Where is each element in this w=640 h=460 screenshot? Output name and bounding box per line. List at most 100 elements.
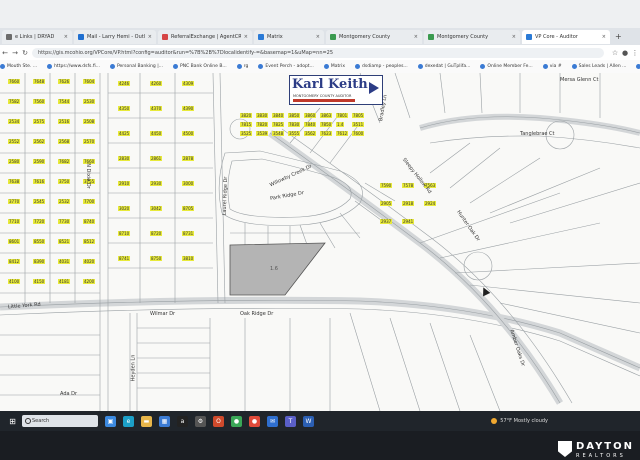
parcel-number-label: 3820 xyxy=(240,113,253,118)
browser-tab[interactable]: VP Core - Auditor × xyxy=(522,29,610,44)
bookmark-label: PNC Bank Online B... xyxy=(180,64,227,69)
auditor-logo: Karl Keith MONTGOMERY COUNTY AUDITOR xyxy=(289,75,383,105)
star-icon[interactable]: ☆ xyxy=(610,49,620,57)
parcel-number-label: 4260 xyxy=(150,81,163,86)
bookmark-item[interactable]: Matrix xyxy=(323,64,346,69)
bookmark-item[interactable]: via # xyxy=(542,64,562,69)
parcel-number-label: 7604 xyxy=(83,79,96,84)
parcel-number-label: 2530 xyxy=(83,99,96,104)
parcel-number-label: 3860 xyxy=(304,113,317,118)
bookmark-item[interactable]: dexedat | GuTplifa... xyxy=(417,64,470,69)
taskbar-search[interactable]: Search xyxy=(22,415,98,427)
tab-close-icon[interactable]: × xyxy=(512,34,516,40)
browser-tab[interactable]: Montgomery County × xyxy=(424,29,520,44)
address-bar-row: ← → ↻ https://gis.mcohio.org/VPCore/VP.h… xyxy=(0,45,640,60)
tab-favicon-icon xyxy=(428,33,434,40)
bookmark-label: Matrix xyxy=(330,64,346,69)
browser-tab[interactable]: ReferralExchange | AgentCRM × xyxy=(158,29,252,44)
parcel-number-label: 7730 xyxy=(58,219,71,224)
bookmark-item[interactable]: Personal Banking |... xyxy=(109,64,164,69)
auditor-logo-subtitle: MONTGOMERY COUNTY AUDITOR xyxy=(293,94,352,98)
browser-tab[interactable]: Matrix × xyxy=(254,29,324,44)
bookmark-item[interactable]: dsdiamp - peoples... xyxy=(355,64,408,69)
teams-icon[interactable]: T xyxy=(285,415,296,427)
bookmark-item[interactable]: https://www.dsfs.fi... xyxy=(47,64,100,69)
tab-close-icon[interactable]: × xyxy=(64,34,68,40)
tab-close-icon[interactable]: × xyxy=(414,34,418,40)
new-tab-icon[interactable]: + xyxy=(615,32,622,41)
browser-tab[interactable]: Montgomery County × xyxy=(326,29,422,44)
profile-icon[interactable]: ● xyxy=(620,49,630,57)
browser-tab[interactable]: Mail - Larry Hemi - Outlook× xyxy=(74,29,156,44)
parcel-number-label: 3539 xyxy=(256,131,269,136)
task-view-icon[interactable]: ▣ xyxy=(105,415,116,427)
bookmark-item[interactable]: rg xyxy=(236,64,249,69)
start-icon[interactable]: ⊞ xyxy=(7,416,18,427)
office-icon[interactable]: O xyxy=(213,415,224,427)
parcel-number-label: 8390 xyxy=(33,259,46,264)
parcel-number-label: 7590 xyxy=(380,183,393,188)
parcel-number-label: 7582 xyxy=(8,99,21,104)
realtor-shield-icon xyxy=(557,441,572,457)
reload-icon[interactable]: ↻ xyxy=(20,49,30,57)
parcel-number-label: 4450 xyxy=(150,131,163,136)
parcel-number-label: 2570 xyxy=(83,139,96,144)
parcel-number-label: 4020 xyxy=(83,259,96,264)
bookmark-label: rg xyxy=(243,64,249,69)
taskbar-weather[interactable]: 57°F Mostly cloudy xyxy=(491,418,548,424)
bookmark-item[interactable]: Online Member Fe... xyxy=(480,64,533,69)
auditor-logo-arrow-icon xyxy=(369,82,379,94)
chrome-icon[interactable]: ● xyxy=(231,415,242,427)
parcel-number-label: 7578 xyxy=(402,183,415,188)
bookmark-label: dsdiamp - peoples... xyxy=(362,64,408,69)
dayton-realtors-watermark: DAYTON REALTORS xyxy=(557,441,634,459)
bookmark-item[interactable]: Lead Offers | Lou... xyxy=(636,64,640,69)
parcel-number-label: 2532 xyxy=(58,199,71,204)
file-explorer-icon[interactable]: ▬ xyxy=(141,415,152,427)
bookmark-item[interactable]: Sales Leads | Allen ... xyxy=(571,64,626,69)
weather-sun-icon xyxy=(491,418,498,424)
parcel-map[interactable]: 1.6 Karl Keith MONTGOMERY COUNTY AUDITOR… xyxy=(0,73,640,411)
parcel-number-label: 7544 xyxy=(58,99,71,104)
chrome-profile-icon[interactable]: ● xyxy=(249,415,260,427)
tab-favicon-icon xyxy=(526,33,532,40)
store-icon[interactable]: ▦ xyxy=(159,415,170,427)
tab-close-icon[interactable]: × xyxy=(148,34,152,40)
tab-label: Matrix xyxy=(267,33,283,40)
bookmark-item[interactable]: Mouth Ste. ... xyxy=(0,64,37,69)
forward-icon[interactable]: → xyxy=(10,49,20,57)
bookmark-label: Personal Banking |... xyxy=(116,64,164,69)
tab-close-icon[interactable]: × xyxy=(602,34,606,40)
bookmark-item[interactable]: Event Perch - adopt... xyxy=(258,64,314,69)
tab-label: VP Core - Auditor xyxy=(535,33,578,40)
amazon-icon[interactable]: a xyxy=(177,415,188,427)
parcel-number-label: 2552 xyxy=(8,139,21,144)
tab-close-icon[interactable]: × xyxy=(244,34,248,40)
browser-tab[interactable]: e Links | DRYAD × xyxy=(2,29,72,44)
parcel-number-label: 3863 xyxy=(320,113,333,118)
parcel-number-label: 8720 xyxy=(150,231,163,236)
street-name-label: Heyden Ln xyxy=(130,354,137,382)
settings-icon[interactable]: ⚙ xyxy=(195,415,206,427)
parcel-number-label: 2930 xyxy=(150,181,163,186)
parcel-number-label: 7560 xyxy=(33,99,46,104)
bookmark-label: https://www.dsfs.fi... xyxy=(54,64,100,69)
parcel-number-label: 3770 xyxy=(8,199,21,204)
mail-icon[interactable]: ✉ xyxy=(267,415,278,427)
tab-close-icon[interactable]: × xyxy=(316,34,320,40)
back-icon[interactable]: ← xyxy=(0,49,10,57)
tab-label: Mail - Larry Hemi - Outlook xyxy=(87,33,145,40)
tab-label: Montgomery County xyxy=(339,33,391,40)
parcel-number-label: 3020 xyxy=(118,206,131,211)
parcel-number-label: 3525 xyxy=(240,131,253,136)
edge-icon[interactable]: e xyxy=(123,415,134,427)
word-icon[interactable]: W xyxy=(303,415,314,427)
bookmark-label: Event Perch - adopt... xyxy=(265,64,314,69)
parcel-number-label: 4100 xyxy=(8,279,21,284)
bookmark-item[interactable]: PNC Bank Online B... xyxy=(173,64,227,69)
tab-favicon-icon xyxy=(6,33,12,40)
parcel-number-label: 7720 xyxy=(33,219,46,224)
parcel-number-label: 7801 xyxy=(336,113,349,118)
url-field[interactable]: https://gis.mcohio.org/VPCore/VP.html?co… xyxy=(32,47,604,58)
menu-icon[interactable]: ⋮ xyxy=(630,49,640,57)
